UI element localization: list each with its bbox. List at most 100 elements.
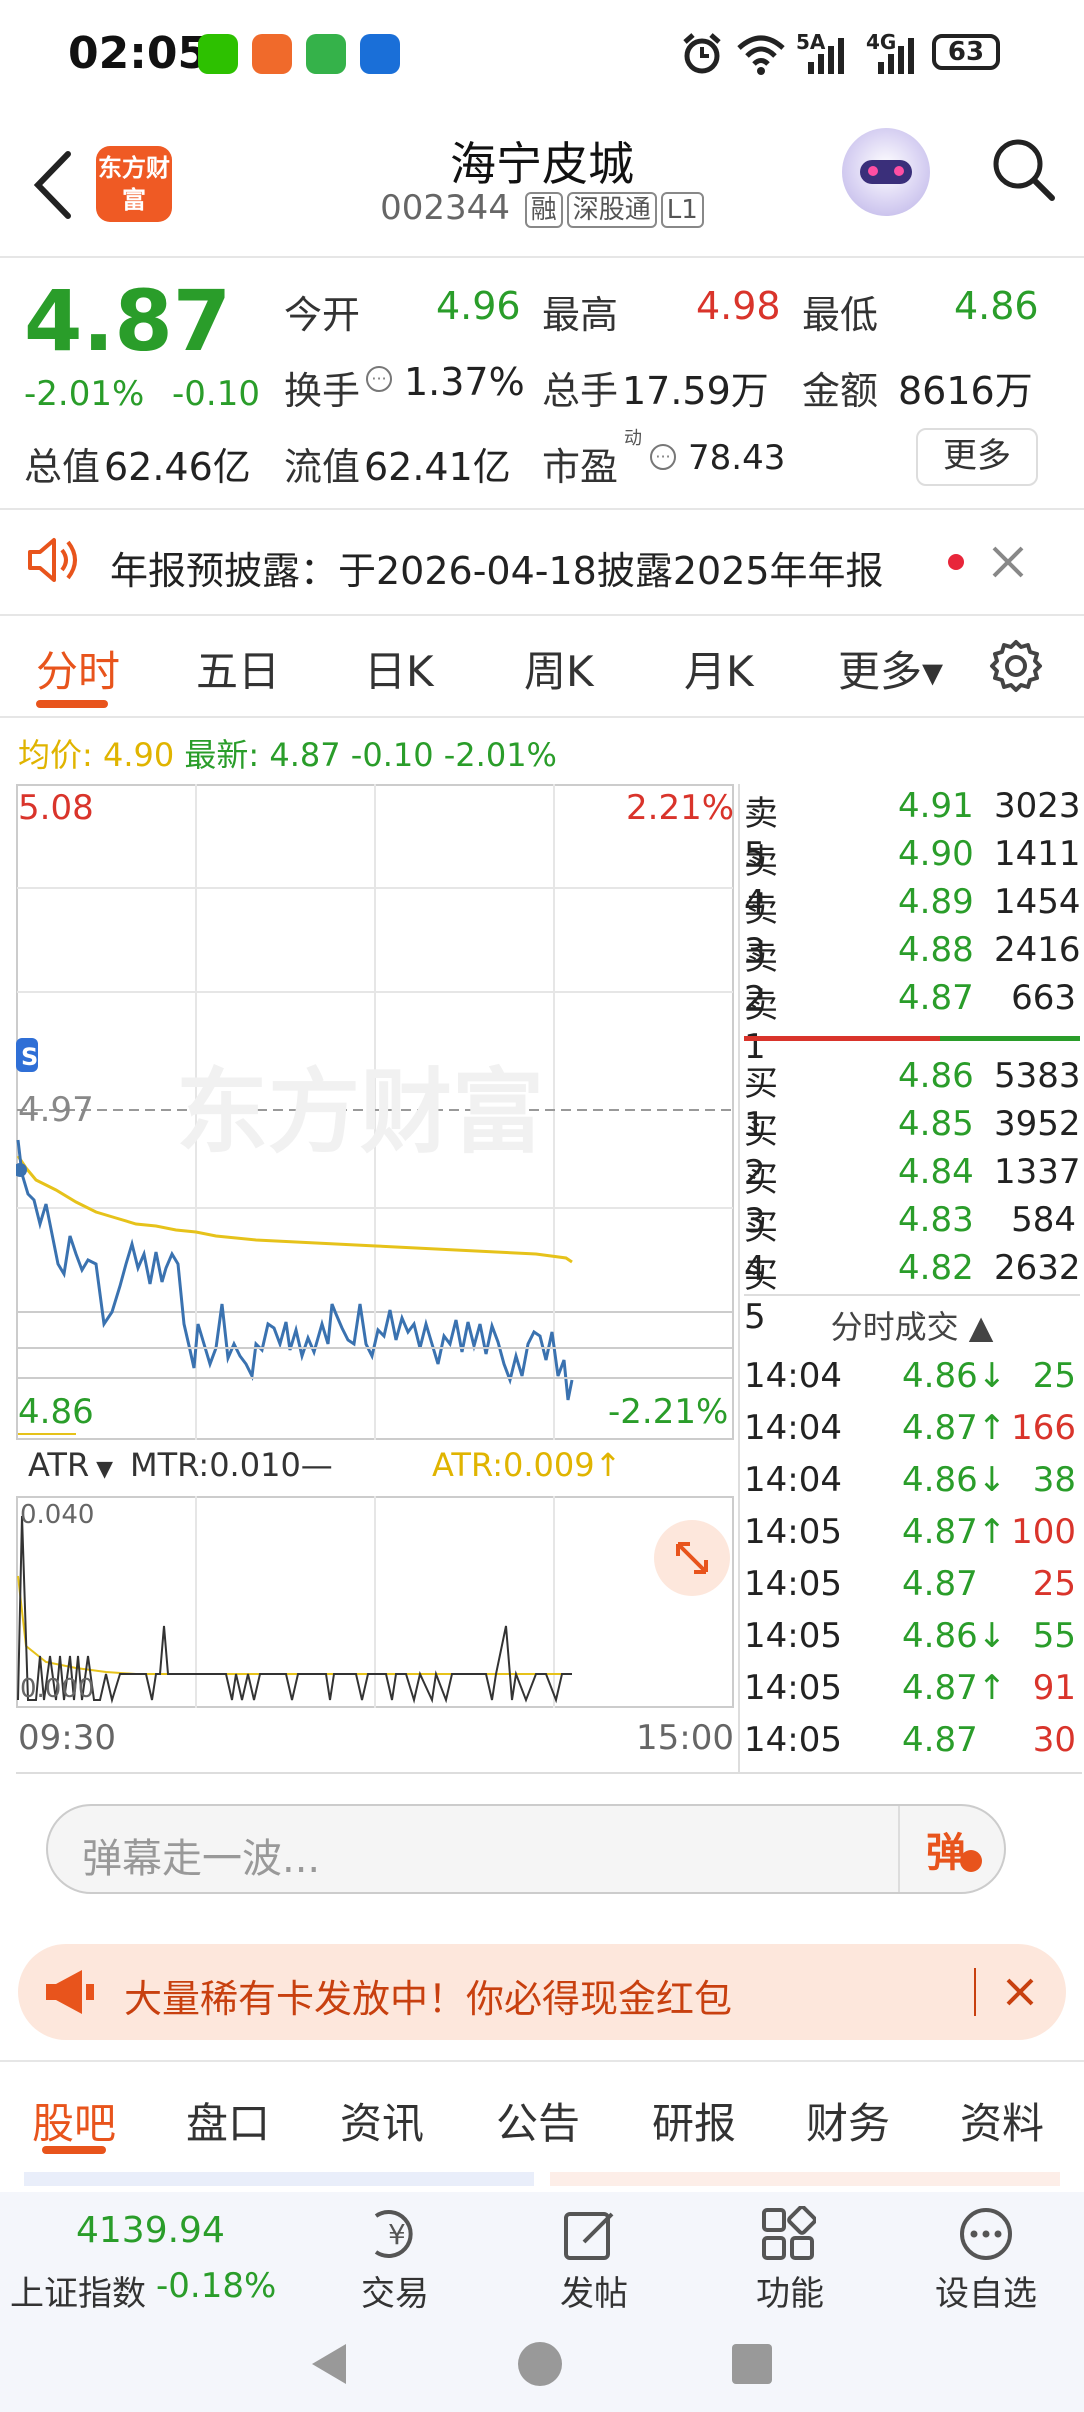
trades-title[interactable]: 分时成交 ▲ bbox=[744, 1302, 1080, 1348]
index-name[interactable]: 上证指数 bbox=[10, 2266, 146, 2315]
expand-button[interactable] bbox=[654, 1520, 730, 1596]
close-icon[interactable] bbox=[990, 544, 1026, 580]
tab-daily-k[interactable]: 日K bbox=[364, 638, 434, 699]
speaker-icon bbox=[28, 538, 77, 582]
divider bbox=[0, 256, 1084, 258]
trade-price: 4.87 bbox=[902, 1720, 978, 1760]
trade-volume: 38 bbox=[1032, 1460, 1076, 1500]
tab-research[interactable]: 研报 bbox=[652, 2090, 736, 2151]
nav-watchlist[interactable]: 设自选 bbox=[926, 2266, 1046, 2315]
trade-icon[interactable]: ¥ bbox=[362, 2206, 432, 2262]
more-dots-icon[interactable] bbox=[956, 2206, 1016, 2262]
open-label: 今开 bbox=[284, 293, 361, 337]
index-value[interactable]: 4139.94 bbox=[76, 2210, 225, 2251]
expand-icon bbox=[676, 1542, 708, 1574]
bid-price: 4.83 bbox=[898, 1200, 974, 1240]
bid-price: 4.85 bbox=[898, 1104, 974, 1144]
recents-square-icon[interactable] bbox=[730, 2342, 774, 2386]
back-triangle-icon[interactable] bbox=[306, 2340, 352, 2388]
divider bbox=[0, 614, 1084, 616]
wifi-icon bbox=[737, 35, 785, 75]
content-preview bbox=[24, 2172, 534, 2186]
compose-icon[interactable] bbox=[560, 2206, 620, 2262]
total-mv-label: 总值 bbox=[24, 445, 101, 489]
tab-more[interactable]: 更多▾ bbox=[838, 638, 943, 699]
tab-announcements[interactable]: 公告 bbox=[496, 2090, 580, 2151]
gear-icon[interactable] bbox=[988, 638, 1044, 694]
open-value: 4.96 bbox=[436, 284, 521, 328]
battery-icon: 63 bbox=[932, 34, 1000, 70]
latest-value: 4.87 bbox=[269, 736, 341, 774]
tab-forum[interactable]: 股吧 bbox=[32, 2090, 116, 2151]
tab-financials[interactable]: 财务 bbox=[806, 2090, 890, 2151]
assistant-avatar[interactable] bbox=[842, 128, 930, 216]
trade-price: 4.87↑ bbox=[902, 1512, 1007, 1552]
dropdown-arrow-icon: ▼ bbox=[89, 1457, 114, 1482]
tab-five-day[interactable]: 五日 bbox=[196, 638, 280, 699]
chart-header: 均价: 4.90 最新: 4.87 -0.10 -2.01% bbox=[18, 730, 557, 776]
volume-label: 总手 bbox=[542, 369, 619, 413]
tab-weekly-k[interactable]: 周K bbox=[524, 638, 594, 699]
home-circle-icon[interactable] bbox=[516, 2340, 564, 2388]
tab-profile[interactable]: 资料 bbox=[960, 2090, 1044, 2151]
avg-label: 均价: bbox=[18, 736, 93, 774]
tab-handicap[interactable]: 盘口 bbox=[186, 2090, 270, 2151]
low-value: 4.86 bbox=[954, 284, 1039, 328]
check-badge-icon bbox=[960, 1850, 982, 1872]
danmu-button[interactable]: 弹 bbox=[926, 1820, 966, 1878]
trade-time: 14:05 bbox=[744, 1616, 842, 1656]
current-price: 4.87 bbox=[24, 272, 232, 370]
tab-intraday[interactable]: 分时 bbox=[36, 638, 120, 699]
divider bbox=[744, 1294, 1080, 1296]
nav-post[interactable]: 发帖 bbox=[544, 2266, 644, 2315]
app-notification-icon bbox=[306, 34, 346, 74]
more-info-icon[interactable]: ··· bbox=[366, 366, 392, 392]
ask-label: 卖1 bbox=[744, 986, 778, 1067]
bid-ratio-bar bbox=[940, 1036, 1080, 1041]
more-info-icon[interactable]: ··· bbox=[650, 444, 676, 470]
close-icon[interactable] bbox=[1004, 1976, 1036, 2008]
indicator-select[interactable]: ATR ▼ bbox=[28, 1446, 113, 1484]
content-preview bbox=[550, 2172, 1060, 2186]
grid-icon[interactable] bbox=[760, 2206, 816, 2262]
atr-avg-line bbox=[17, 1575, 572, 1675]
low-label: 最低 bbox=[802, 293, 879, 337]
trade-time: 14:04 bbox=[744, 1408, 842, 1448]
ask-volume: 1454 bbox=[994, 882, 1081, 922]
avg-value: 4.90 bbox=[102, 736, 175, 774]
atr-chart[interactable] bbox=[16, 1496, 734, 1708]
nav-trade[interactable]: 交易 bbox=[350, 2266, 440, 2315]
bid-price: 4.86 bbox=[898, 1056, 974, 1096]
tab-monthly-k[interactable]: 月K bbox=[684, 638, 754, 699]
notice-text[interactable]: 年报预披露：于2026-04-18披露2025年年报 bbox=[110, 540, 884, 595]
connect-tag: 深股通 bbox=[566, 191, 657, 228]
bid-volume: 584 bbox=[1011, 1200, 1076, 1240]
latest-change: -0.10 bbox=[350, 736, 434, 774]
ask-price: 4.88 bbox=[898, 930, 974, 970]
pe-label: 市盈 bbox=[542, 445, 619, 489]
search-icon[interactable] bbox=[988, 134, 1058, 204]
bid-volume: 1337 bbox=[994, 1152, 1081, 1192]
intraday-chart[interactable]: 东方财富 S bbox=[16, 784, 734, 1440]
tab-underline bbox=[36, 700, 108, 708]
tab-underline bbox=[42, 2146, 106, 2154]
tab-news[interactable]: 资讯 bbox=[340, 2090, 424, 2151]
signal-icon bbox=[808, 38, 844, 74]
danmu-placeholder: 弹幕走一波... bbox=[82, 1836, 321, 1882]
trade-time: 14:04 bbox=[744, 1356, 842, 1396]
nav-functions[interactable]: 功能 bbox=[740, 2266, 840, 2315]
app-notification-icon bbox=[252, 34, 292, 74]
atr-label: ATR:0.009↑ bbox=[432, 1446, 622, 1484]
ask-price: 4.91 bbox=[898, 786, 974, 826]
mtr-label: MTR:0.010— bbox=[130, 1446, 333, 1484]
bid-price: 4.84 bbox=[898, 1152, 974, 1192]
ask-price: 4.90 bbox=[898, 834, 974, 874]
total-mv-value: 62.46亿 bbox=[104, 445, 251, 489]
ask-volume: 663 bbox=[1011, 978, 1076, 1018]
trade-volume: 25 bbox=[1032, 1564, 1076, 1604]
trade-volume: 166 bbox=[1011, 1408, 1076, 1448]
latest-pct: -2.01% bbox=[443, 736, 557, 774]
trade-price: 4.87 bbox=[902, 1564, 978, 1604]
y-mid-price: 4.97 bbox=[18, 1090, 94, 1130]
more-button[interactable]: 更多 bbox=[916, 428, 1038, 486]
